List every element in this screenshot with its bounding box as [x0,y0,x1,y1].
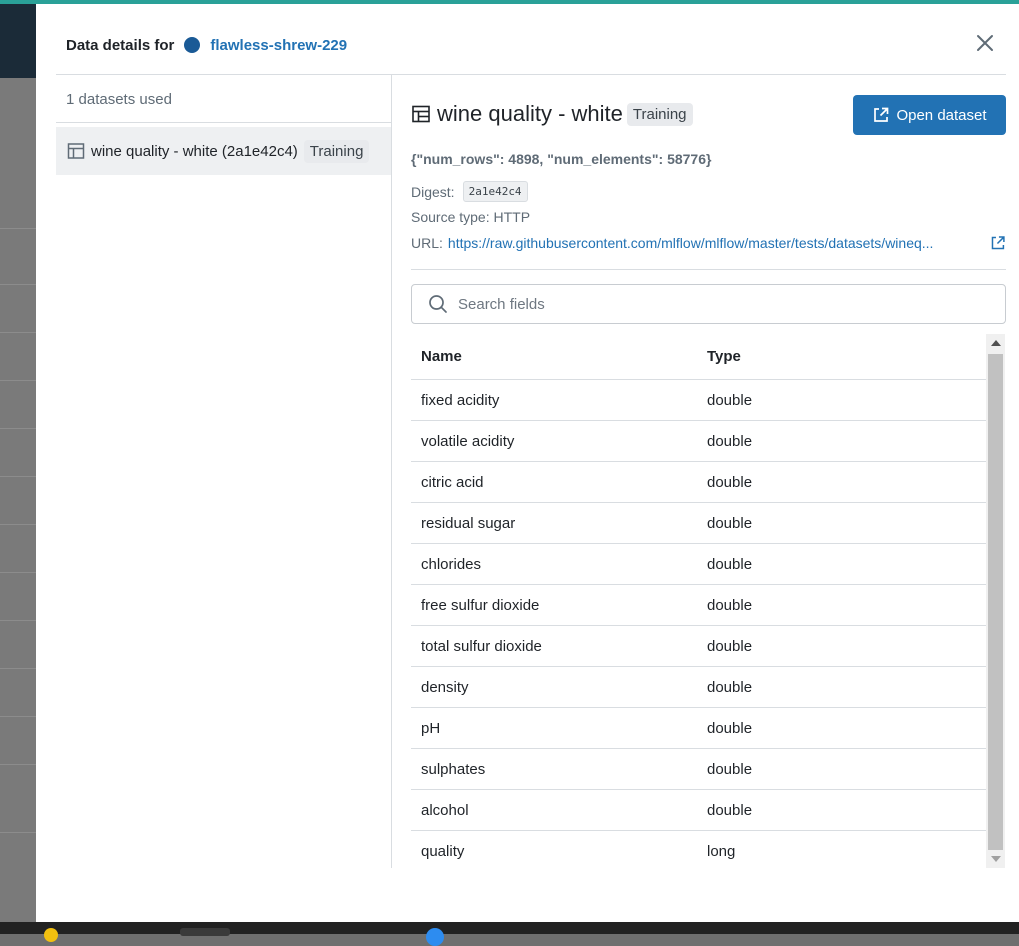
field-name: alcohol [411,789,697,831]
field-type: double [697,420,986,462]
table-row: alcohol double [411,789,986,831]
scroll-down-arrow-icon[interactable] [991,856,1001,862]
taskbar [0,922,1019,946]
background-divider [0,332,36,333]
table-row: density double [411,666,986,708]
field-name: quality [411,830,697,868]
table-row: chlorides double [411,543,986,585]
field-type: double [697,461,986,503]
background-divider [0,284,36,285]
field-type: double [697,625,986,667]
column-header-type: Type [697,334,986,380]
taskbar-app-icon[interactable] [426,928,444,946]
dataset-url-link[interactable]: https://raw.githubusercontent.com/mlflow… [448,235,982,251]
digest-value: 2a1e42c4 [462,181,528,202]
close-button[interactable] [974,32,996,54]
taskbar-app-icon[interactable] [180,928,230,936]
field-name: residual sugar [411,502,697,544]
table-row: fixed acidity double [411,379,986,421]
background-divider [0,716,36,717]
field-name: total sulfur dioxide [411,625,697,667]
background-divider [0,620,36,621]
url-label: URL: [411,235,443,251]
field-name: citric acid [411,461,697,503]
field-type: double [697,748,986,790]
search-fields-box[interactable] [411,284,1006,324]
field-name: chlorides [411,543,697,585]
table-icon [67,143,85,159]
url-row: URL: https://raw.githubusercontent.com/m… [411,235,1006,251]
search-fields-input[interactable] [456,294,980,314]
background-divider [0,428,36,429]
table-row: free sulfur dioxide double [411,584,986,626]
run-color-dot [184,37,201,53]
background-divider [0,764,36,765]
table-scrollbar[interactable] [986,334,1005,868]
open-dataset-label: Open dataset [896,106,987,124]
background-divider [0,476,36,477]
digest-row: Digest: 2a1e42c4 [411,181,528,202]
schema-table-container: Name Type fixed acidity double volatile a… [411,334,1006,868]
run-name-link[interactable]: flawless-shrew-229 [210,37,347,54]
datasets-list-panel: 1 datasets used wine quality - white (2a… [56,75,392,868]
table-row: sulphates double [411,748,986,790]
background-app-header [0,4,36,78]
dataset-title-row: wine quality - white Training [411,101,693,127]
background-divider [0,572,36,573]
open-dataset-button[interactable]: Open dataset [853,95,1006,135]
background-divider [0,832,36,833]
field-type: double [697,379,986,421]
field-name: density [411,666,697,708]
table-row: quality long [411,830,986,868]
modal-header: Data details for flawless-shrew-229 [66,30,347,60]
field-name: free sulfur dioxide [411,584,697,626]
field-name: pH [411,707,697,749]
table-icon [412,105,430,123]
dataset-context-tag: Training [626,102,693,126]
field-type: double [697,502,986,544]
field-type: long [697,830,986,868]
field-type: double [697,707,986,749]
field-type: double [697,666,986,708]
background-app [0,4,36,922]
table-header-row: Name Type [411,334,986,380]
dataset-list-item[interactable]: wine quality - white (2a1e42c4) Training [56,127,391,175]
external-link-icon [874,107,889,122]
datasets-count-label: 1 datasets used [66,91,172,108]
dataset-list-item-label: wine quality - white (2a1e42c4) [91,142,298,160]
taskbar-app-icon[interactable] [44,928,58,942]
field-type: double [697,584,986,626]
table-row: residual sugar double [411,502,986,544]
external-link-icon[interactable] [990,235,1006,251]
field-name: sulphates [411,748,697,790]
background-divider [0,380,36,381]
search-icon [429,295,447,313]
modal-title: Data details for [66,36,175,54]
data-details-modal: Data details for flawless-shrew-229 1 da… [36,4,1019,922]
dataset-title: wine quality - white [437,101,623,126]
dataset-details-panel: wine quality - white Training Open datas… [411,75,1006,868]
field-name: volatile acidity [411,420,697,462]
close-icon [977,35,993,51]
scroll-up-arrow-icon[interactable] [991,340,1001,346]
table-row: citric acid double [411,461,986,503]
column-header-name: Name [411,334,697,380]
scrollbar-thumb[interactable] [988,354,1003,850]
background-divider [0,524,36,525]
background-divider [0,668,36,669]
datasets-divider [56,122,391,123]
table-row: total sulfur dioxide double [411,625,986,667]
schema-table: Name Type fixed acidity double volatile a… [411,334,986,868]
dataset-profile: {"num_rows": 4898, "num_elements": 58776… [411,151,712,167]
field-type: double [697,543,986,585]
table-row: volatile acidity double [411,420,986,462]
field-type: double [697,789,986,831]
table-row: pH double [411,707,986,749]
source-type: Source type: HTTP [411,209,531,225]
field-name: fixed acidity [411,379,697,421]
background-divider [0,228,36,229]
digest-label: Digest: [411,183,455,200]
meta-divider [411,269,1006,270]
dataset-context-tag: Training [303,139,370,163]
